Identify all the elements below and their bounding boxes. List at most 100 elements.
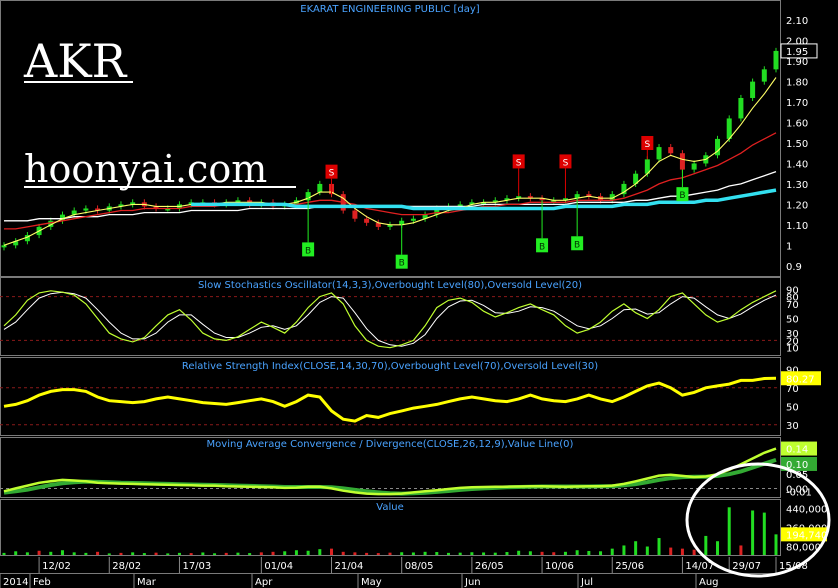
value-bar (657, 538, 661, 555)
candle-body (364, 218, 370, 223)
value-bar (622, 545, 626, 555)
stoch-tick-label: 10 (786, 344, 799, 355)
stochastic-title: Slow Stochastics Oscillator(14,3,3),Over… (198, 280, 582, 291)
value-bar (14, 551, 18, 555)
value-bar (376, 553, 380, 555)
sell-signal-label: S (563, 158, 569, 168)
date-tick-label: 25/06 (615, 561, 644, 572)
value-bar (213, 553, 217, 555)
candle-body (726, 118, 732, 139)
sell-signal-label: S (329, 169, 335, 179)
value-bar (25, 552, 29, 555)
date-tick-label: 01/04 (264, 561, 293, 572)
highlight-circle (685, 462, 831, 578)
value-bar (505, 552, 509, 555)
value-bar (365, 552, 369, 555)
buy-signal-label: B (679, 191, 685, 201)
sell-signal-label: S (516, 158, 522, 168)
value-bar (610, 548, 614, 555)
month-tick-label: Mar (137, 577, 157, 588)
value-bar (435, 552, 439, 555)
value-bar (411, 552, 415, 555)
date-tick-label: 08/05 (405, 561, 434, 572)
value-bar (236, 552, 240, 555)
watermark-site: hoonyai.com (24, 147, 267, 191)
candle-body (317, 183, 323, 193)
value-bar (96, 551, 100, 555)
value-tick-label: 440,000 (786, 504, 827, 515)
value-bar (166, 553, 170, 555)
value-bar (774, 534, 778, 555)
candle-body (668, 147, 674, 154)
value-bar (704, 535, 708, 555)
price-tick-label: 1.70 (786, 98, 808, 109)
value-bar (318, 549, 322, 555)
value-bar (669, 547, 673, 555)
value-bar (353, 552, 357, 555)
candle-body (1, 245, 7, 248)
value-bar (2, 552, 6, 555)
candle-body (656, 147, 662, 160)
value-bar (575, 550, 579, 555)
macd-line (3, 447, 777, 496)
candle-body (679, 153, 685, 170)
candle-body (691, 163, 697, 170)
macd-title: Moving Average Convergence / Divergence(… (207, 439, 574, 450)
value-bar (423, 551, 427, 555)
candle-body (750, 81, 756, 98)
value-bar (727, 507, 731, 555)
date-tick-label: 21/04 (335, 561, 364, 572)
buy-signal-label: B (399, 259, 405, 269)
last-price-label: 1.95 (786, 47, 808, 58)
value-bar (540, 551, 544, 555)
value-bar (177, 552, 181, 555)
value-bar (400, 552, 404, 555)
month-tick-label: 2014 (3, 577, 28, 588)
value-bar (330, 548, 334, 555)
date-tick-label: 10/06 (545, 561, 574, 572)
value-bar (142, 553, 146, 555)
date-tick-label: 17/03 (182, 561, 211, 572)
value-bar (341, 551, 345, 555)
value-bar (599, 551, 603, 555)
stoch-k-line (3, 290, 777, 349)
value-bar (470, 552, 474, 555)
buy-signal-label: B (305, 246, 311, 256)
value-bar (739, 545, 743, 555)
ticker-label: AKR (23, 34, 128, 88)
grid-layer (0, 296, 780, 489)
value-bar (692, 549, 696, 555)
value-bar (528, 551, 532, 555)
stock-chart: EKARAT ENGINEERING PUBLIC [day] Slow Sto… (0, 0, 831, 588)
candle-body (83, 208, 89, 211)
value-bar (201, 552, 205, 555)
value-bar (119, 552, 123, 555)
value-bar (189, 553, 193, 555)
stoch-tick-label: 70 (786, 300, 799, 311)
value-bar (84, 552, 88, 555)
price-tick-label: 1.60 (786, 119, 808, 130)
value-bar (634, 541, 638, 555)
value-bar (482, 552, 486, 555)
value-bar (493, 552, 497, 555)
buy-signal-label: B (539, 242, 545, 252)
value-bar (248, 553, 252, 555)
value-bar (271, 551, 275, 555)
value-bar (762, 512, 766, 555)
date-tick-label: 28/02 (112, 561, 141, 572)
price-tick-label: 1.50 (786, 139, 808, 150)
value-bar (37, 550, 41, 555)
value-bar (259, 552, 263, 555)
value-bar (446, 552, 450, 555)
value-bar (552, 552, 556, 555)
price-tick-label: 1.20 (786, 200, 808, 211)
rsi-tick-label: 50 (786, 402, 799, 413)
rsi-tick-label: 30 (786, 421, 799, 432)
price-tick-label: 1.10 (786, 221, 808, 232)
value-bar (587, 550, 591, 555)
chart-title: EKARAT ENGINEERING PUBLIC [day] (300, 4, 480, 15)
rsi-title: Relative Strength Index(CLOSE,14,30,70),… (182, 361, 598, 372)
price-tick-label: 1.40 (786, 159, 808, 170)
month-tick-label: Aug (699, 577, 719, 588)
month-tick-label: Feb (33, 577, 51, 588)
